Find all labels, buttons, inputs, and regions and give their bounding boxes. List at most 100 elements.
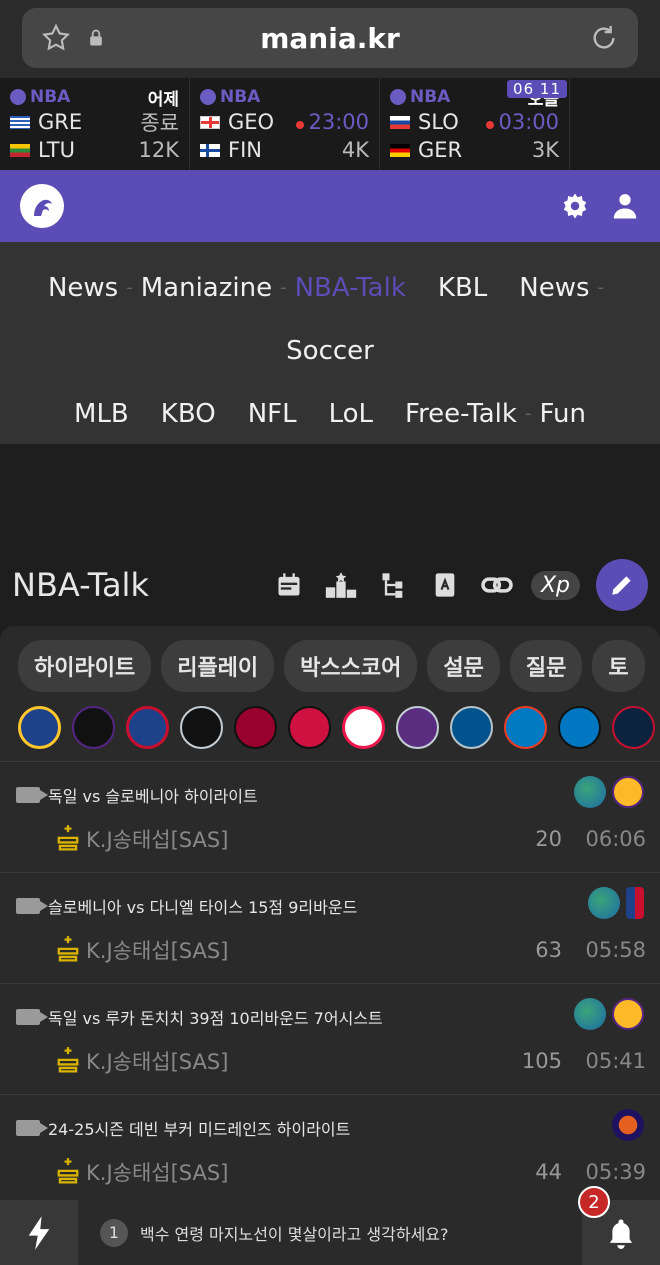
flag-finland-icon [200,143,220,157]
nav-item-kbl[interactable]: KBL [438,273,487,303]
chip-highlight[interactable]: 하이라이트 [18,640,152,692]
post-row[interactable]: 독일 vs 슬로베니아 하이라이트 K.J송태섭[SAS] 20 06:06 [0,761,660,872]
view-count: 4K [341,138,369,162]
post-row[interactable]: 슬로베니아 vs 다니엘 타이스 15점 9리바운드 K.J송태섭[SAS] 63… [0,872,660,983]
team-code: GRE [38,110,83,134]
game-card[interactable]: NBA GEO 23:00 FIN 4K [190,78,380,170]
chip-more[interactable]: 토 [592,640,645,692]
team-logo-lal[interactable] [72,706,115,749]
team-logo-orl[interactable] [558,706,601,749]
view-count: 63 [535,938,562,962]
team-logo-sac[interactable] [396,706,439,749]
view-count: 12K [138,138,180,162]
team-code: GER [418,138,463,162]
lakers-badge-icon [612,998,644,1030]
chip-question[interactable]: 질문 [509,640,583,692]
quick-button[interactable] [0,1200,78,1265]
bell-icon [609,1218,633,1249]
post-time: 05:39 [585,1160,646,1184]
lakers-badge-icon [612,776,644,808]
reload-icon[interactable] [588,22,620,54]
chip-survey[interactable]: 설문 [427,640,500,692]
board-panel: 하이라이트 리플레이 박스스코어 설문 질문 토 독일 vs 슬로베니아 하이라… [0,626,660,1205]
team-code: GEO [228,110,275,134]
game-time: 03:00 [486,110,559,134]
nav-item-free-talk[interactable]: Free-Talk [405,399,517,429]
nav-item-soccer[interactable]: Soccer [286,336,374,366]
nav-item-nba-talk[interactable]: NBA-Talk [295,273,406,303]
post-author[interactable]: K.J송태섭[SAS] [86,935,228,965]
bottom-bar: 1 백수 연령 마지노선이 몇살이라고 생각하세요? 2 [0,1186,660,1265]
nav-item-kbo[interactable]: KBO [161,399,216,429]
ranking-icon[interactable] [323,567,359,603]
team-code: LTU [38,138,76,162]
team-logo-gsw[interactable] [18,706,61,749]
lock-icon [90,29,102,46]
nav-item-nfl[interactable]: NFL [248,399,297,429]
post-row[interactable]: 24-25시즌 데빈 부커 미드레인즈 하이라이트 K.J송태섭[SAS] 44 0… [0,1094,660,1205]
post-author[interactable]: K.J송태섭[SAS] [86,1157,228,1187]
nav-item-lol[interactable]: LoL [329,399,373,429]
post-author[interactable]: K.J송태섭[SAS] [86,824,228,854]
team-logo-lac[interactable] [126,706,169,749]
view-count: 3K [531,138,559,162]
video-camera-icon [16,1009,48,1025]
lightning-icon [28,1215,50,1250]
team-logo-mia[interactable] [234,706,277,749]
nav-item-news[interactable]: News [48,273,118,303]
post-time: 06:06 [585,827,646,851]
game-day: 어제 [147,89,179,110]
team-logo-hou[interactable] [288,706,331,749]
write-post-button[interactable] [596,559,648,611]
post-title[interactable]: 슬로베니아 vs 다니엘 타이스 15점 9리바운드 [48,894,357,918]
hot-topic-ticker[interactable]: 1 백수 연령 마지노선이 몇살이라고 생각하세요? [100,1218,449,1247]
post-row[interactable]: 독일 vs 루카 돈치치 39점 10리바운드 7어시스트 K.J송태섭[SAS… [0,983,660,1094]
nba-badge-icon [626,887,644,919]
basketball-icon [10,89,26,105]
goat-logo-icon [34,199,52,216]
tree-icon[interactable] [375,567,411,603]
team-logo-sas[interactable] [180,706,223,749]
nav-item-maniazine[interactable]: Maniazine [141,273,272,303]
league-label: NBA [390,87,450,107]
crown-icon [57,1158,79,1184]
flag-greece-icon [10,115,30,129]
star-icon[interactable] [40,22,72,54]
post-title[interactable]: 24-25시즌 데빈 부커 미드레인즈 하이라이트 [48,1116,350,1140]
post-title[interactable]: 독일 vs 슬로베니아 하이라이트 [48,783,258,807]
site-logo[interactable] [20,184,64,228]
contact-book-icon[interactable] [427,567,463,603]
view-count: 20 [535,827,562,851]
nav-item-mlb[interactable]: MLB [74,399,129,429]
team-logo-okc[interactable] [504,706,547,749]
team-logo-dal[interactable] [450,706,493,749]
score-ticker: NBA 어제 GRE 종료 LTU 12K NBA GEO 23:00 FIN 4K NB… [0,78,660,170]
gear-icon[interactable] [560,191,590,221]
user-icon[interactable] [610,191,640,221]
live-dot-icon [296,121,305,129]
nav-item-fun[interactable]: Fun [539,399,586,429]
video-camera-icon [16,1120,48,1136]
crown-icon [57,1047,79,1073]
xp-button[interactable]: Xp [530,570,580,600]
category-chips: 하이라이트 리플레이 박스스코어 설문 질문 토 [0,626,660,700]
address-bar[interactable]: mania.kr [22,8,638,68]
team-logo-phi[interactable] [342,706,385,749]
post-author[interactable]: K.J송태섭[SAS] [86,1046,228,1076]
game-card[interactable]: NBA 오늘 SLO 03:00 GER 3K 06 11 [380,78,570,170]
link-icon[interactable] [479,567,515,603]
game-card[interactable]: NBA 어제 GRE 종료 LTU 12K [0,78,190,170]
notification-button[interactable]: 2 [578,1186,660,1265]
view-count: 44 [535,1160,562,1184]
post-list: 독일 vs 슬로베니아 하이라이트 K.J송태섭[SAS] 20 06:06 슬로베… [0,761,660,1205]
chip-replay[interactable]: 리플레이 [161,640,275,692]
calendar-icon[interactable] [271,567,307,603]
notification-count-badge: 2 [578,1186,610,1218]
date-badge: 06 11 [507,80,567,98]
chip-boxscore[interactable]: 박스스코어 [284,640,418,692]
ticker-text: 백수 연령 마지노선이 몇살이라고 생각하세요? [140,1224,449,1244]
team-logo-nop[interactable] [612,706,655,749]
post-title[interactable]: 독일 vs 루카 돈치치 39점 10리바운드 7어시스트 [48,1005,383,1029]
ad-space [0,444,660,544]
nav-item-news-2[interactable]: News [519,273,589,303]
